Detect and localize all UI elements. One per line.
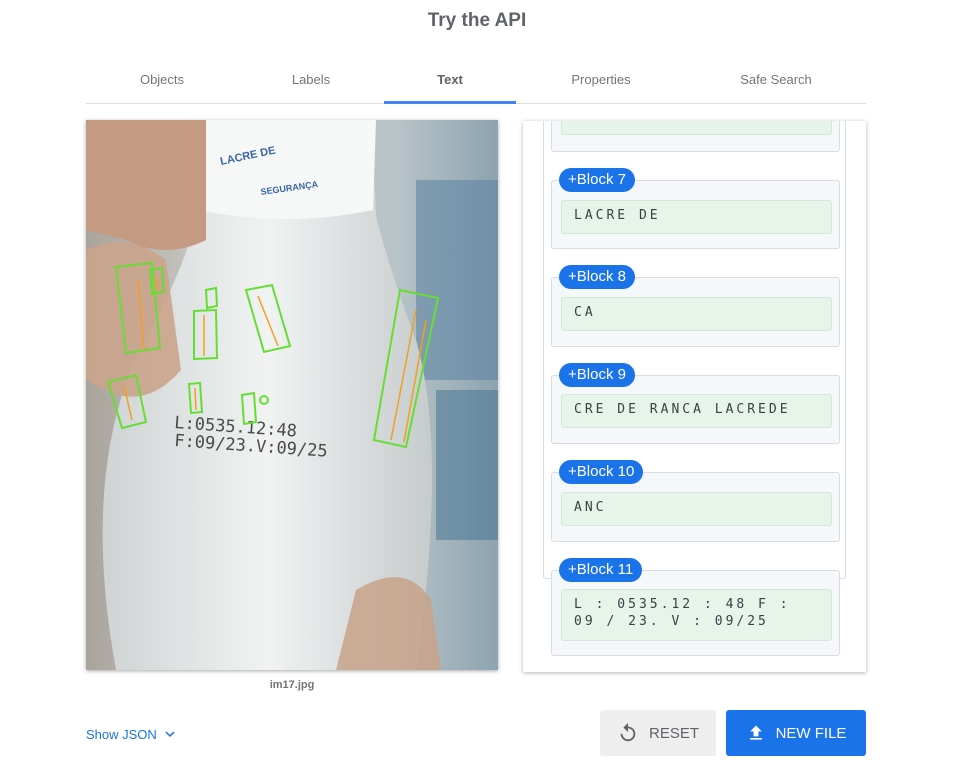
tab-safe-search[interactable]: Safe Search — [716, 60, 836, 104]
show-json-toggle[interactable]: Show JSON — [86, 725, 179, 743]
block-8-chip[interactable]: +Block 8 — [559, 265, 635, 289]
bottle-photo: LACRE DE SEGURANÇA L:0535.12:48 F:09/23.… — [86, 120, 498, 670]
tab-labels[interactable]: Labels — [251, 60, 371, 104]
block-7-text: LACRE DE — [561, 200, 832, 234]
block-9-text: CRE DE RANCA LACREDE — [561, 394, 832, 428]
upload-icon — [749, 725, 762, 740]
page-title: Try the API — [427, 10, 527, 31]
analyzed-image: LACRE DE SEGURANÇA L:0535.12:48 F:09/23.… — [86, 120, 498, 670]
block-9-chip[interactable]: +Block 9 — [559, 363, 635, 387]
new-file-button[interactable]: NEW FILE — [726, 710, 866, 756]
image-caption: im17.jpg — [269, 679, 315, 691]
tab-objects[interactable]: Objects — [102, 60, 222, 104]
block-11-text: L : 0535.12 : 48 F : 09 / 23. V : 09/25 — [561, 589, 832, 641]
chevron-down-icon — [165, 731, 175, 737]
reset-icon — [620, 722, 636, 742]
text-blocks-panel[interactable]: +Block 7 LACRE DE +Block 8 CA +Block 9 C… — [523, 121, 866, 672]
block-8-text: CA — [561, 297, 832, 331]
active-tab-indicator — [384, 101, 516, 104]
block-6-word-box — [561, 121, 832, 135]
block-11-chip[interactable]: +Block 11 — [559, 558, 643, 582]
tab-text[interactable]: Text — [384, 60, 516, 104]
block-10-chip[interactable]: +Block 10 — [559, 460, 644, 484]
show-json-label: Show JSON — [86, 726, 157, 742]
tab-properties[interactable]: Properties — [541, 60, 661, 104]
reset-button[interactable]: RESET — [600, 710, 716, 756]
tab-bar: Objects Labels Text Properties Safe Sear… — [86, 60, 866, 104]
new-file-label: NEW FILE — [775, 724, 847, 742]
block-10-text: ANC — [561, 492, 832, 526]
reset-label: RESET — [648, 724, 699, 742]
block-7-chip[interactable]: +Block 7 — [559, 168, 635, 192]
